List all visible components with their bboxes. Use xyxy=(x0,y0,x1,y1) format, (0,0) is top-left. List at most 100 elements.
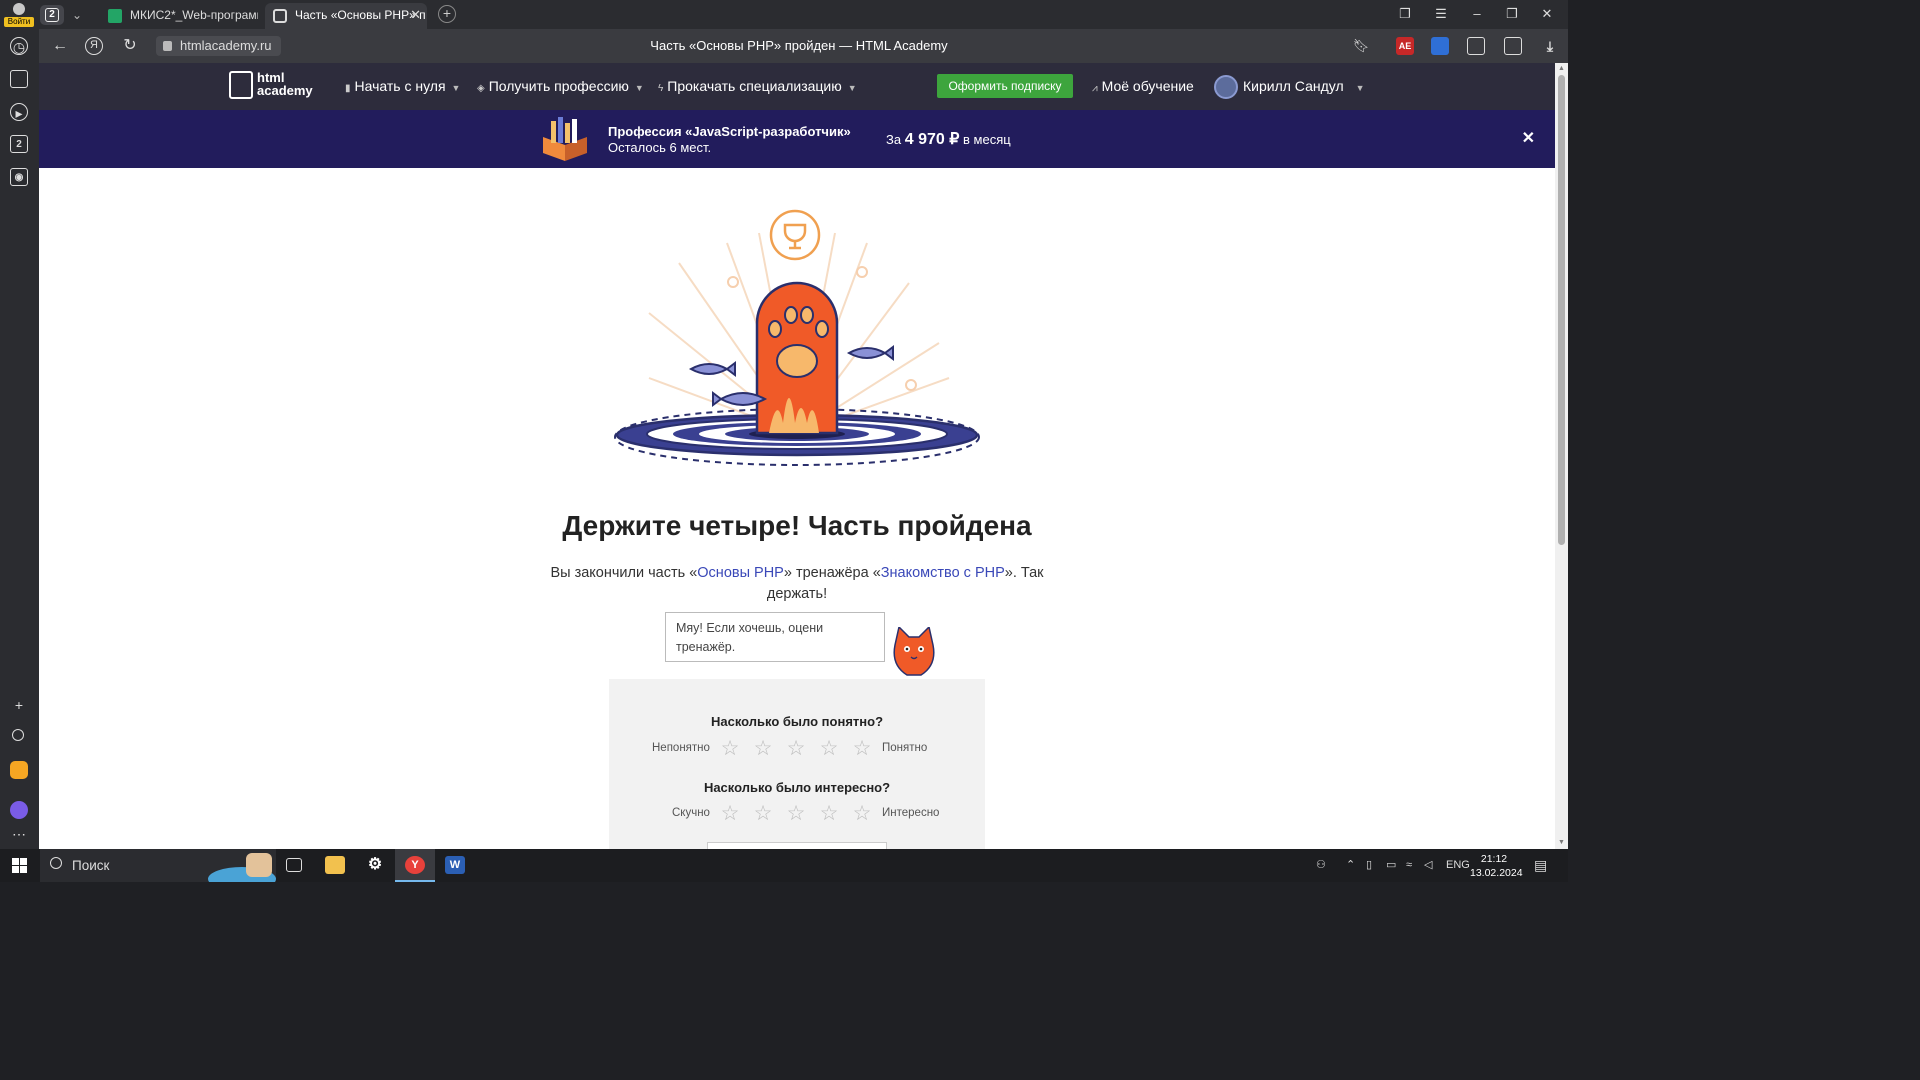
tab-label: Часть «Основы PHP» п xyxy=(295,8,426,22)
settings-button[interactable]: ⚙ xyxy=(355,849,395,882)
translate-extension-icon[interactable] xyxy=(1431,37,1449,55)
wifi-icon[interactable]: ≈ xyxy=(1406,849,1412,882)
star-icon[interactable]: ☆ xyxy=(851,803,873,825)
close-tab-icon[interactable]: ✕ xyxy=(410,3,421,27)
lightning-icon: ϟ xyxy=(658,83,664,94)
chevron-down-icon[interactable]: ⌄ xyxy=(68,6,86,24)
trainer-link[interactable]: Знакомство с PHP xyxy=(881,565,1005,581)
tab-label: МКИС2*_Web-программи xyxy=(130,8,258,22)
taskbar-search[interactable]: Поиск xyxy=(40,849,276,882)
caret-down-icon: ▼ xyxy=(1355,83,1365,93)
system-clock[interactable]: 21:12 13.02.2024 xyxy=(1470,852,1523,880)
scroll-up-icon[interactable]: ▲ xyxy=(1557,64,1566,73)
volume-icon[interactable]: ◁ xyxy=(1424,849,1432,882)
people-icon[interactable]: ⚇ xyxy=(1316,849,1326,882)
yandex-browser-taskbar-button[interactable]: Y xyxy=(395,849,435,882)
part-link[interactable]: Основы PHP xyxy=(697,565,784,581)
reload-icon[interactable]: ↻ xyxy=(121,37,139,55)
star-icon[interactable]: ☆ xyxy=(752,738,774,760)
alice-assistant-icon[interactable] xyxy=(10,801,28,819)
tabs-count-icon[interactable]: 2 xyxy=(10,135,28,153)
collections-icon[interactable] xyxy=(10,70,28,88)
url-field[interactable]: htmlacademy.ru xyxy=(156,36,281,56)
logo-mark-icon xyxy=(229,71,253,99)
alice-status-icon[interactable] xyxy=(12,729,24,741)
caret-down-icon: ▼ xyxy=(634,83,644,93)
success-illustration xyxy=(614,209,980,466)
restore-icon[interactable]: ❐ xyxy=(1501,4,1523,24)
scrollbar-thumb[interactable] xyxy=(1558,75,1565,545)
download-icon[interactable]: ⤓ xyxy=(1541,37,1559,55)
bookmark-icon[interactable]: 🔖︎ xyxy=(1352,37,1370,55)
rating-low-label: Непонятно xyxy=(652,742,710,754)
adblock-extension-icon[interactable]: AE xyxy=(1396,37,1414,55)
star-icon[interactable]: ☆ xyxy=(851,738,873,760)
star-icon[interactable]: ☆ xyxy=(719,803,741,825)
promo-subtitle: Осталось 6 мест. xyxy=(608,140,712,155)
more-icon[interactable]: ⋯ xyxy=(10,825,28,843)
chart-icon: ⩘ xyxy=(1092,83,1098,94)
rating-low-label: Скучно xyxy=(672,807,710,819)
profile-icon xyxy=(13,3,25,15)
profile-button[interactable]: Войти xyxy=(4,2,34,28)
protect-extension-icon[interactable] xyxy=(1504,37,1522,55)
htmlacademy-logo[interactable]: html academy xyxy=(229,71,319,103)
new-tab-button[interactable]: + xyxy=(438,5,456,23)
task-view-button[interactable] xyxy=(274,849,314,882)
browser-tab-spreadsheet[interactable]: МКИС2*_Web-программи xyxy=(100,3,258,29)
url-text: htmlacademy.ru xyxy=(180,38,272,53)
menu-get-profession[interactable]: ◈ Получить профессию ▼ xyxy=(477,63,644,110)
avatar[interactable] xyxy=(1214,75,1238,99)
star-icon[interactable]: ☆ xyxy=(818,738,840,760)
bookmark-panel-icon[interactable]: ❐ xyxy=(1394,4,1416,24)
star-icon[interactable]: ☆ xyxy=(719,738,741,760)
word-taskbar-button[interactable]: W xyxy=(435,849,475,882)
user-menu[interactable]: Кирилл Сандул ▼ xyxy=(1243,63,1365,110)
subscribe-button[interactable]: Оформить подписку xyxy=(937,74,1073,98)
scroll-down-icon[interactable]: ▼ xyxy=(1557,838,1566,847)
menu-start-from-zero[interactable]: ▮ Начать с нуля ▼ xyxy=(345,63,460,110)
star-icon[interactable]: ☆ xyxy=(818,803,840,825)
comment-field[interactable] xyxy=(707,842,887,849)
promo-price: За 4 970 ₽ в месяц xyxy=(886,131,1011,148)
menu-icon[interactable]: ☰ xyxy=(1430,4,1452,24)
promo-banner[interactable]: Профессия «JavaScript-разработчик» Остал… xyxy=(39,110,1555,168)
rating-high-label: Понятно xyxy=(882,742,928,754)
my-learning-link[interactable]: ⩘ Моё обучение xyxy=(1092,63,1194,110)
browser-tab-active[interactable]: Часть «Основы PHP» п ✕ xyxy=(265,3,427,29)
close-icon[interactable]: ✕ xyxy=(1522,128,1535,148)
yandex-icon[interactable]: Я xyxy=(85,37,103,55)
network-icon[interactable]: ▭ xyxy=(1386,849,1396,882)
language-indicator[interactable]: ENG xyxy=(1446,849,1470,882)
star-icon[interactable]: ☆ xyxy=(785,803,807,825)
page-scrollbar[interactable]: ▲ ▼ xyxy=(1555,63,1568,849)
close-window-icon[interactable]: ✕ xyxy=(1536,4,1558,24)
device-icon[interactable]: ▯ xyxy=(1366,849,1372,882)
star-icon[interactable]: ☆ xyxy=(785,738,807,760)
cat-mascot-icon xyxy=(893,627,935,676)
history-icon[interactable]: ◷ xyxy=(10,37,28,55)
star-icon[interactable]: ☆ xyxy=(752,803,774,825)
promo-title: Профессия «JavaScript-разработчик» xyxy=(608,124,851,139)
paw-icon xyxy=(755,281,839,435)
mail-app-icon[interactable] xyxy=(10,761,28,779)
collections-extension-icon[interactable] xyxy=(1467,37,1485,55)
screenshot-icon[interactable]: ◉ xyxy=(10,168,28,186)
tab-counter-button[interactable]: 2 xyxy=(40,5,64,25)
chevron-up-icon[interactable]: ⌃ xyxy=(1346,849,1355,882)
menu-upgrade-specialization[interactable]: ϟ Прокачать специализацию ▼ xyxy=(658,63,857,110)
tab-counter: 2 xyxy=(45,8,59,22)
browser-sidebar: ◷ ▸ 2 ◉ + ⋯ xyxy=(0,29,39,849)
file-explorer-button[interactable] xyxy=(315,849,355,882)
play-icon[interactable]: ▸ xyxy=(10,103,28,121)
back-arrow-icon[interactable]: ← xyxy=(51,37,69,55)
caret-down-icon: ▼ xyxy=(451,83,461,93)
page-title: Часть «Основы PHP» пройден — HTML Academ… xyxy=(650,38,948,53)
logo-text: html academy xyxy=(257,70,313,98)
add-icon[interactable]: + xyxy=(10,696,28,714)
windows-start-icon[interactable] xyxy=(12,858,27,873)
cat-speech-bubble: Мяу! Если хочешь, оцени тренажёр. xyxy=(665,612,885,662)
notifications-icon[interactable]: ▤ xyxy=(1534,849,1547,882)
lock-icon xyxy=(163,41,172,51)
minimize-icon[interactable]: – xyxy=(1466,4,1488,24)
